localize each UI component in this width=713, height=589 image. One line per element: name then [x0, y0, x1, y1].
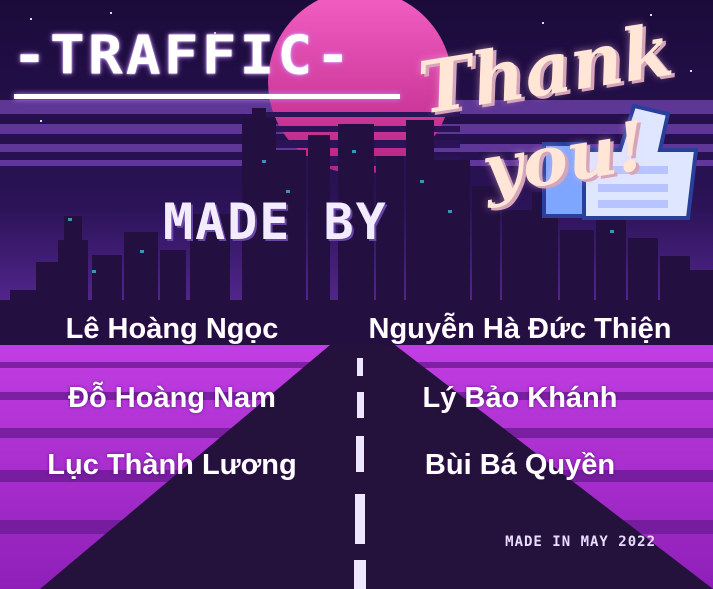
credit-name: Lý Bảo Khánh	[422, 382, 618, 414]
credit-name: Lục Thành Lương	[47, 449, 297, 481]
credit-name: Lê Hoàng Ngọc	[65, 313, 279, 345]
game-end-screen: -TRAFFIC- Thank you! MADE BY Lê Hoàng Ng…	[0, 0, 713, 589]
thank-you-banner: Thank you!	[410, 0, 690, 236]
credit-name: Nguyễn Hà Đức Thiện	[368, 313, 672, 345]
made-by-heading: MADE BY	[163, 193, 388, 251]
title-underline	[14, 94, 400, 99]
made-in-date: MADE IN MAY 2022	[505, 534, 656, 550]
thank-you-line-2: you!	[477, 105, 652, 211]
credit-name: Bùi Bá Quyền	[424, 449, 616, 481]
credit-name: Đỗ Hoàng Nam	[68, 382, 276, 414]
game-title: -TRAFFIC-	[12, 24, 354, 87]
